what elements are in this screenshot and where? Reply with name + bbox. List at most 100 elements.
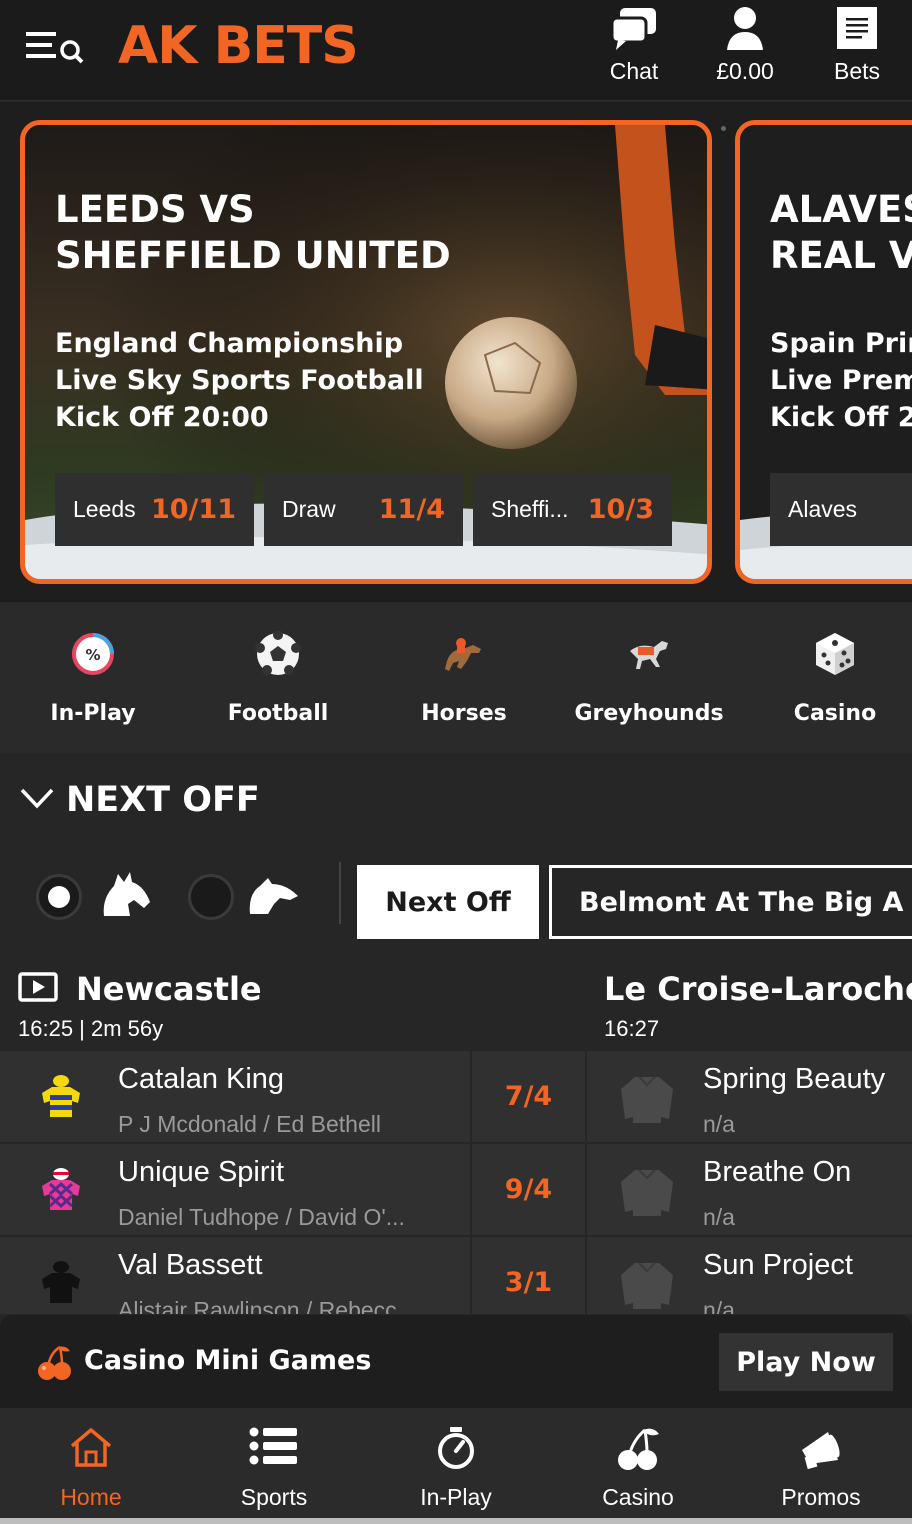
runner-odds-button[interactable]: 7/4: [470, 1051, 585, 1142]
sport-item-casino[interactable]: Casino: [744, 603, 912, 753]
stopwatch-icon: [435, 1426, 477, 1475]
runner-row[interactable]: Spring Beauty n/a: [587, 1051, 912, 1142]
section-title: NEXT OFF: [66, 780, 260, 820]
nav-home[interactable]: Home: [0, 1408, 182, 1524]
match-title-line: SHEFFIELD UNITED: [55, 234, 451, 277]
sport-item-greyhounds[interactable]: Greyhounds: [558, 603, 740, 753]
filter-divider: [339, 862, 341, 924]
kickoff-label: Kick Off 20:00: [55, 402, 269, 433]
balance-amount: £0.00: [716, 58, 774, 84]
nav-sports[interactable]: Sports: [183, 1408, 365, 1524]
sport-label: Greyhounds: [574, 701, 724, 726]
generic-silks-icon: [617, 1253, 677, 1313]
runner-row[interactable]: Val Bassett Alistair Rawlinson / Rebecc …: [0, 1237, 585, 1314]
odds-button-away[interactable]: Sheffi... 10/3: [473, 473, 672, 546]
menu-search-icon[interactable]: [26, 28, 86, 68]
race-card: Le Croise-Laroche 16:27 Spring Beauty n/…: [587, 958, 912, 1314]
broadcast-label: Live Sky Sports Football: [55, 365, 424, 396]
nav-label: In-Play: [420, 1484, 492, 1510]
cherries-icon: [615, 1426, 661, 1477]
casino-mini-games-banner[interactable]: Casino Mini Games Play Now: [0, 1315, 912, 1408]
user-icon: [723, 6, 767, 55]
tab-next-off[interactable]: Next Off: [357, 865, 539, 939]
jockey-trainer: P J Mcdonald / Ed Bethell: [118, 1111, 381, 1137]
race-venue: Newcastle: [76, 970, 262, 1008]
match-title: LEEDS VS SHEFFIELD UNITED: [55, 187, 451, 279]
megaphone-icon: [798, 1426, 844, 1477]
match-title-line: REAL V: [770, 234, 912, 277]
horse-name: Breathe On: [703, 1156, 852, 1188]
broadcast-label: Live Prem: [770, 365, 912, 396]
selection-price: 10/11: [150, 494, 236, 525]
selection-name: Draw: [282, 496, 336, 522]
system-gesture-bar: [0, 1518, 912, 1524]
nav-label: Sports: [240, 1484, 308, 1510]
generic-silks-icon: [617, 1067, 677, 1127]
greyhound-head-icon: [246, 874, 300, 921]
greyhounds-radio[interactable]: [188, 874, 234, 920]
jockey-silks-icon: [34, 1257, 88, 1311]
tab-belmont[interactable]: Belmont At The Big A: [549, 865, 912, 939]
chat-button[interactable]: Chat: [590, 0, 678, 101]
runner-row[interactable]: Catalan King P J Mcdonald / Ed Bethell 7…: [0, 1051, 585, 1142]
sport-label: Horses: [421, 701, 507, 726]
runner-row[interactable]: Breathe On n/a: [587, 1144, 912, 1235]
betslip-icon: [836, 6, 878, 55]
nav-in-play[interactable]: In-Play: [365, 1408, 547, 1524]
chevron-down-icon[interactable]: [20, 786, 54, 817]
race-time: 16:27: [604, 1016, 660, 1041]
race-venue: Le Croise-Laroche: [604, 970, 912, 1008]
jockey-silks-icon: [34, 1071, 88, 1125]
jockey-trainer: n/a: [703, 1297, 735, 1314]
selection-price: 11/4: [378, 494, 445, 525]
bets-button[interactable]: Bets: [816, 0, 898, 101]
odds-button-home[interactable]: Alaves 8: [770, 473, 912, 546]
sport-item-in-play[interactable]: % In-Play: [2, 603, 184, 753]
list-icon: [249, 1426, 299, 1471]
race-header[interactable]: Le Croise-Laroche 16:27: [587, 958, 912, 1050]
competition-label: Spain Prin: [770, 328, 912, 359]
match-odds-row: Leeds 10/11 Draw 11/4 Sheffi... 10/3: [55, 473, 672, 546]
featured-carousel[interactable]: LEEDS VS SHEFFIELD UNITED England Champi…: [0, 102, 912, 602]
in-play-icon: %: [70, 631, 116, 677]
odds-button-draw[interactable]: Draw 11/4: [264, 473, 463, 546]
nav-label: Casino: [602, 1484, 674, 1510]
match-odds-row: Alaves 8: [770, 473, 912, 546]
brand-logo[interactable]: AK BETS: [118, 16, 359, 76]
runner-row[interactable]: Sun Project n/a: [587, 1237, 912, 1314]
nav-casino[interactable]: Casino: [547, 1408, 729, 1524]
kickoff-label: Kick Off 2: [770, 402, 912, 433]
jockey-trainer: n/a: [703, 1204, 735, 1230]
horse-name: Spring Beauty: [703, 1063, 886, 1095]
jockey-trainer: Daniel Tudhope / David O'...: [118, 1204, 405, 1230]
greyhound-icon: [626, 631, 672, 677]
nav-label: Home: [60, 1484, 122, 1510]
horse-name: Val Bassett: [118, 1249, 263, 1281]
sport-item-football[interactable]: Football: [187, 603, 369, 753]
carousel-indicator-dot: [721, 126, 726, 131]
horse-name: Sun Project: [703, 1249, 853, 1281]
odds-button-home[interactable]: Leeds 10/11: [55, 473, 254, 546]
sport-item-horses[interactable]: Horses: [373, 603, 555, 753]
runner-odds-button[interactable]: 3/1: [470, 1237, 585, 1314]
horse-name: Catalan King: [118, 1063, 285, 1095]
featured-match-card[interactable]: LEEDS VS SHEFFIELD UNITED England Champi…: [20, 120, 712, 584]
featured-match-card[interactable]: ALAVES REAL V Spain Prin Live Prem Kick …: [735, 120, 912, 584]
runner-row[interactable]: Unique Spirit Daniel Tudhope / David O'.…: [0, 1144, 585, 1235]
race-card: Newcastle 16:25 | 2m 56y Catalan King P …: [0, 958, 585, 1314]
play-now-button[interactable]: Play Now: [719, 1333, 893, 1391]
sport-label: Casino: [793, 701, 877, 726]
race-header[interactable]: Newcastle 16:25 | 2m 56y: [0, 958, 585, 1050]
horse-racing-icon: [441, 631, 487, 677]
nav-promos[interactable]: Promos: [730, 1408, 912, 1524]
balance-button[interactable]: £0.00: [700, 0, 790, 101]
horses-radio[interactable]: [36, 874, 82, 920]
sports-quick-nav: % In-Play Football Horses Greyhounds Cas…: [0, 603, 912, 753]
next-off-section-header[interactable]: NEXT OFF: [0, 754, 912, 848]
match-info: England Championship Live Sky Sports Foo…: [55, 325, 424, 436]
race-type-filter: Next Off Belmont At The Big A: [0, 848, 912, 958]
dice-icon: [812, 631, 858, 677]
selection-price: 10/3: [587, 494, 654, 525]
runner-odds-button[interactable]: 9/4: [470, 1144, 585, 1235]
race-time: 16:25 | 2m 56y: [18, 1016, 164, 1041]
